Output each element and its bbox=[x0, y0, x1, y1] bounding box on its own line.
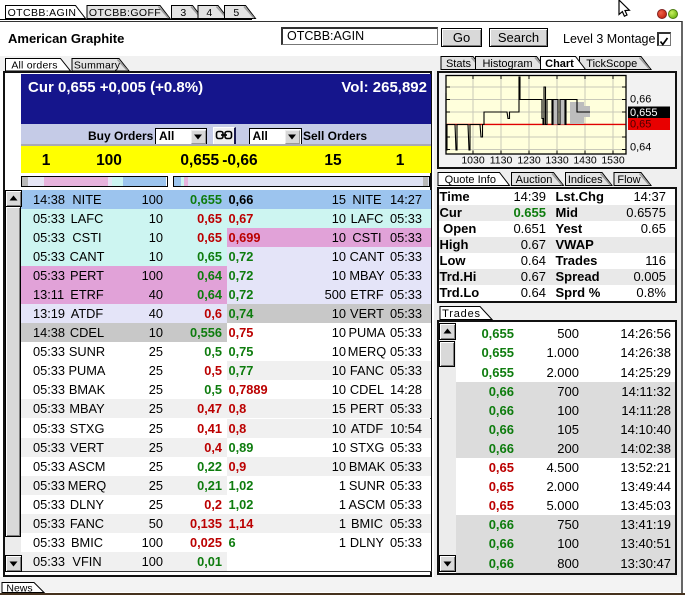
svg-text:Trades: Trades bbox=[442, 308, 481, 320]
svg-text:1130: 1130 bbox=[490, 155, 513, 167]
svg-text:OTCBB:GOFF: OTCBB:GOFF bbox=[89, 7, 161, 19]
svg-text:Histogram: Histogram bbox=[482, 58, 532, 70]
svg-text:Chart: Chart bbox=[545, 58, 574, 70]
svg-text:1030: 1030 bbox=[461, 155, 485, 167]
svg-text:3: 3 bbox=[180, 7, 186, 19]
svg-text:Indices: Indices bbox=[568, 174, 603, 186]
svg-text:Flow: Flow bbox=[617, 174, 640, 186]
svg-text:Auction: Auction bbox=[516, 174, 553, 186]
svg-text:0,655: 0,655 bbox=[630, 107, 658, 119]
svg-text:Quote Info: Quote Info bbox=[445, 174, 496, 186]
svg-text:0,66: 0,66 bbox=[630, 94, 651, 106]
svg-text:5: 5 bbox=[233, 7, 239, 19]
svg-text:TickScope: TickScope bbox=[586, 58, 637, 70]
svg-text:0,65: 0,65 bbox=[630, 119, 651, 131]
svg-text:OTCBB:AGIN: OTCBB:AGIN bbox=[8, 7, 77, 19]
svg-text:4: 4 bbox=[206, 7, 212, 19]
svg-text:1430: 1430 bbox=[573, 155, 597, 167]
svg-text:Stats: Stats bbox=[446, 58, 472, 70]
svg-text:1530: 1530 bbox=[601, 155, 625, 167]
svg-text:0,64: 0,64 bbox=[630, 142, 651, 154]
svg-text:1330: 1330 bbox=[545, 155, 569, 167]
svg-text:1230: 1230 bbox=[517, 155, 541, 167]
